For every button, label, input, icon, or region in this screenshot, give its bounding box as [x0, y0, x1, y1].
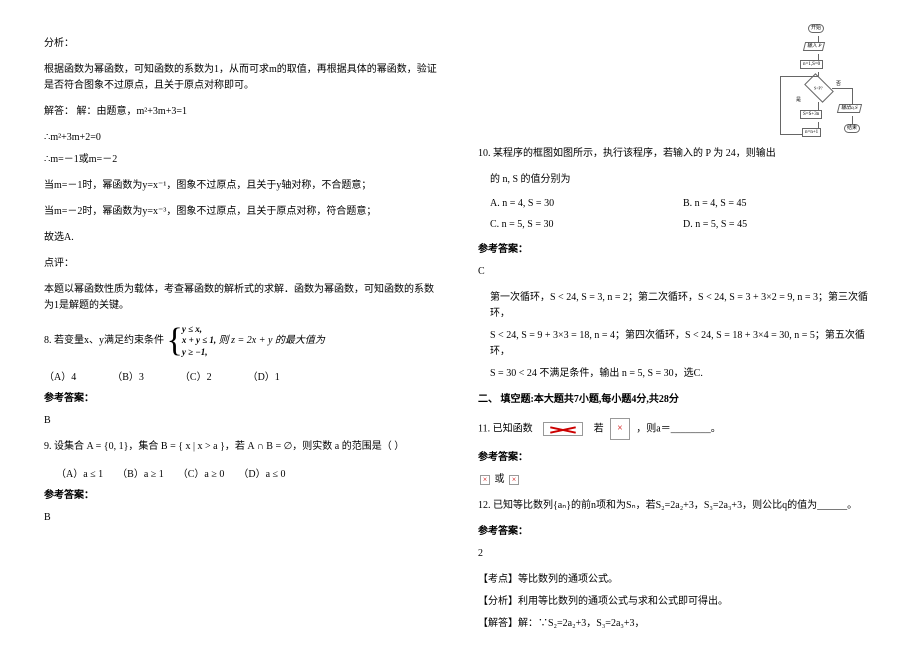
fc-input: 输入 P — [803, 42, 825, 51]
left-column: 分析： 根据函数为幂函数，可知函数的系数为1，从而可求m的取值，再根据具体的幂函… — [0, 0, 460, 651]
q12-stem: 12. 已知等比数列{aₙ}的前n项和为Sₙ，若S₂=2a₂+3，S₃=2a₃+… — [478, 498, 876, 514]
q8-ref-label: 参考答案： — [44, 391, 442, 407]
q11-answer: × 或 × — [478, 472, 876, 488]
q9-stem: 9. 设集合 A = {0, 1}，集合 B = { x | x > a }，若… — [44, 439, 442, 455]
q8-text-a: 8. 若变量x、y满足约束条件 — [44, 335, 164, 346]
q12-fenxi: 【分析】利用等比数列的通项公式与求和公式即可得出。 — [478, 594, 876, 610]
q10-options: A. n = 4, S = 30 B. n = 4, S = 45 C. n =… — [490, 198, 876, 230]
fc-arrow — [832, 88, 852, 89]
brace-icon: { — [167, 326, 183, 357]
constraint-group: { y ≤ x, x + y ≤ 1, y ≥ −1, — [167, 324, 217, 358]
constraint-1: y ≤ x, — [182, 324, 216, 335]
q11-text-a: 11. 已知函数 — [478, 423, 533, 434]
broken-image-icon: × — [480, 475, 490, 485]
q12-jieda: 【解答】解：∵S₂=2a₂+3，S₃=2a₃+3， — [478, 616, 876, 632]
fc-yes-label: 是 — [796, 98, 801, 103]
q10-ref-label: 参考答案： — [478, 242, 876, 258]
constraint-2: x + y ≤ 1, — [182, 335, 216, 346]
fc-arrow — [780, 134, 802, 135]
q8-stem: 8. 若变量x、y满足约束条件 { y ≤ x, x + y ≤ 1, y ≥ … — [44, 324, 442, 358]
q10-answer: C — [478, 264, 876, 280]
fc-start: 开始 — [808, 24, 824, 33]
fc-arrow — [802, 134, 803, 135]
constraint-3: y ≥ −1, — [182, 347, 216, 358]
q10-opt-d: D. n = 5, S = 45 — [683, 219, 876, 230]
fc-arrow — [818, 102, 819, 110]
fc-output: 输出n,S — [837, 104, 862, 113]
q9-options: （A）a ≤ 1 （B）a ≥ 1 （C）a ≥ 0 （D）a ≤ 0 — [44, 465, 442, 480]
analysis-heading: 分析： — [44, 36, 442, 52]
fc-arrow — [780, 76, 781, 134]
q8-opt-d: （D）1 — [248, 368, 280, 383]
equation-2: ∴m=－1或m=－2 — [44, 152, 442, 168]
q8-opt-a: （A）4 — [44, 368, 76, 383]
q12-answer: 2 — [478, 546, 876, 562]
fc-arrow — [852, 88, 853, 104]
broken-image-icon: × — [509, 475, 519, 485]
q8-answer: B — [44, 413, 442, 429]
review-text: 本题以幂函数性质为载体，考查幂函数的解析式的求解．函数为幂函数，可知函数的系数为… — [44, 282, 442, 314]
fc-end: 结束 — [844, 124, 860, 133]
fc-cond: S<P? — [804, 73, 834, 103]
q11-stem: 11. 已知函数 若 × ，则a＝________。 — [478, 418, 876, 440]
q10-stem-b: 的 n, S 的值分别为 — [478, 172, 876, 188]
fc-step1: S=S+3n — [800, 110, 822, 119]
broken-image-icon: × — [610, 418, 630, 440]
analysis-text: 根据函数为幂函数，可知函数的系数为1，从而可求m的取值，再根据具体的幂函数，验证… — [44, 62, 442, 94]
flowchart-diagram: 开始 输入 P n=1,S=0 S<P? 是 否 S=S+3n n=n+1 输出… — [766, 24, 876, 154]
q9-opt-b: （B）a ≥ 1 — [117, 465, 164, 480]
q10-opt-b: B. n = 4, S = 45 — [683, 198, 876, 209]
q8-opt-b: （B）3 — [112, 368, 144, 383]
fc-arrow — [780, 76, 818, 77]
fc-init: n=1,S=0 — [800, 60, 823, 69]
q9-opt-c: （C）a ≥ 0 — [178, 465, 225, 480]
q8-opt-c: （C）2 — [180, 368, 212, 383]
fc-step2: n=n+1 — [802, 128, 821, 137]
right-column: 开始 输入 P n=1,S=0 S<P? 是 否 S=S+3n n=n+1 输出… — [460, 0, 920, 651]
q11-ref-label: 参考答案： — [478, 450, 876, 466]
section-2-heading: 二、 填空题:本大题共7小题,每小题4分,共28分 — [478, 392, 876, 408]
equation-1: ∴m²+3m+2=0 — [44, 130, 442, 146]
answer-so: 故选A. — [44, 230, 442, 246]
solve-line: 解答： 解：由题意，m²+3m+3=1 — [44, 104, 442, 120]
case-1: 当m=－1时，幂函数为y=x⁻¹，图象不过原点，且关于y轴对称，不合题意； — [44, 178, 442, 194]
q9-ref-label: 参考答案： — [44, 488, 442, 504]
q9-answer: B — [44, 510, 442, 526]
q8-options: （A）4 （B）3 （C）2 （D）1 — [44, 368, 442, 383]
q10-explain-2: S < 24, S = 9 + 3×3 = 18, n = 4；第四次循环，S … — [478, 328, 876, 360]
q9-opt-a: （A）a ≤ 1 — [56, 465, 103, 480]
q12-ref-label: 参考答案： — [478, 524, 876, 540]
q10-opt-a: A. n = 4, S = 30 — [490, 198, 683, 209]
q12-kaodian: 【考点】等比数列的通项公式。 — [478, 572, 876, 588]
q10-opt-c: C. n = 5, S = 30 — [490, 219, 683, 230]
fc-arrow — [852, 116, 853, 124]
q10-explain-3: S = 30 < 24 不满足条件，输出 n = 5, S = 30，选C. — [478, 366, 876, 382]
q8-text-c: 则 z = 2x + y 的最大值为 — [219, 335, 325, 346]
broken-image-icon — [543, 422, 583, 436]
review-heading: 点评： — [44, 256, 442, 272]
q11-text-c: ，则a＝________。 — [636, 423, 720, 434]
case-2: 当m=－2时，幂函数为y=x⁻³，图象不过原点，且关于原点对称，符合题意； — [44, 204, 442, 220]
fc-no-label: 否 — [836, 82, 841, 87]
q10-explain-1: 第一次循环，S < 24, S = 3, n = 2；第二次循环，S < 24,… — [478, 290, 876, 322]
q9-opt-d: （D）a ≤ 0 — [238, 465, 285, 480]
q11-text-b: 若 — [594, 423, 604, 434]
